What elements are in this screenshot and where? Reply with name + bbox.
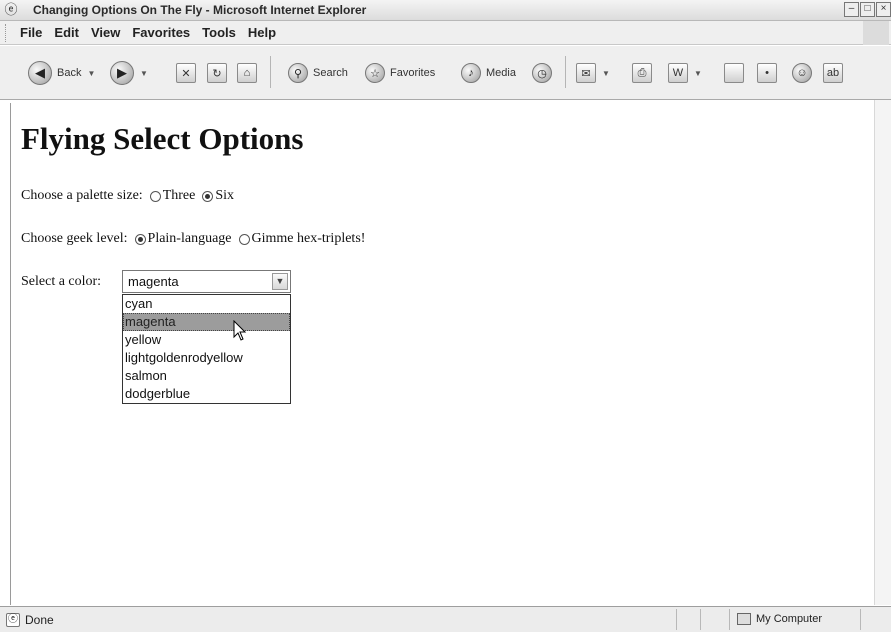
- back-label: Back: [57, 67, 82, 79]
- refresh-icon: ↻: [207, 63, 227, 83]
- mouse-cursor-icon: [233, 320, 247, 341]
- palette-three-label[interactable]: Three: [163, 188, 196, 204]
- status-pane: [700, 609, 701, 630]
- menu-tools[interactable]: Tools: [202, 25, 236, 40]
- discuss-button[interactable]: [724, 59, 744, 87]
- messenger-button[interactable]: •: [757, 59, 777, 87]
- menu-file[interactable]: File: [20, 25, 42, 40]
- messenger-icon: •: [757, 63, 777, 83]
- search-label: Search: [313, 67, 348, 79]
- search-button[interactable]: ⚲ Search: [288, 59, 348, 87]
- geek-plain-label[interactable]: Plain-language: [148, 231, 232, 247]
- chevron-down-icon: ▼: [602, 68, 610, 78]
- status-pane: [676, 609, 677, 630]
- chevron-down-icon: ▼: [694, 68, 702, 78]
- history-icon: ◷: [532, 63, 552, 83]
- windows-logo: [863, 21, 889, 45]
- menu-edit[interactable]: Edit: [54, 25, 79, 40]
- research-icon: ☺: [792, 63, 812, 83]
- page-heading: Flying Select Options: [21, 121, 304, 156]
- status-text: Done: [25, 613, 54, 627]
- palette-six-radio[interactable]: [202, 190, 214, 202]
- media-button[interactable]: ♪ Media: [461, 59, 516, 87]
- star-icon: ☆: [365, 63, 385, 83]
- geek-hex-radio[interactable]: [238, 233, 250, 245]
- status-pane: [860, 609, 861, 630]
- chevron-down-icon: ▼: [87, 68, 96, 78]
- status-done: ⓔ Done: [6, 613, 54, 627]
- security-zone: My Computer: [737, 613, 822, 625]
- palette-six-label[interactable]: Six: [215, 188, 234, 204]
- back-button[interactable]: ◀ Back ▼: [28, 59, 95, 87]
- favorites-label: Favorites: [390, 67, 436, 79]
- color-row: Select a color:: [21, 274, 101, 290]
- chevron-down-icon[interactable]: ▼: [272, 273, 288, 290]
- color-label: Select a color:: [21, 274, 102, 289]
- home-button[interactable]: ⌂: [237, 59, 257, 87]
- ie-icon: ⓔ: [4, 2, 18, 17]
- menu-bar: File Edit View Favorites Tools Help: [0, 21, 891, 45]
- vertical-scrollbar[interactable]: [874, 100, 891, 605]
- geek-label: Choose geek level:: [21, 231, 128, 246]
- status-bar: ⓔ Done My Computer: [0, 606, 891, 632]
- toolbar-separator: [270, 56, 271, 88]
- mail-button[interactable]: ✉ ▼: [576, 59, 610, 87]
- page-content: Flying Select Options Choose a palette s…: [10, 103, 874, 605]
- color-dropdown-list: cyan magenta yellow lightgoldenrodyellow…: [122, 294, 291, 404]
- window-title: Changing Options On The Fly - Microsoft …: [33, 3, 367, 17]
- color-option[interactable]: lightgoldenrodyellow: [123, 349, 290, 367]
- media-icon: ♪: [461, 63, 481, 83]
- favorites-button[interactable]: ☆ Favorites: [365, 59, 435, 87]
- stop-button[interactable]: ✕: [176, 59, 196, 87]
- close-button[interactable]: ×: [876, 2, 891, 17]
- page-icon: ⓔ: [6, 613, 20, 627]
- word-icon: W: [668, 63, 688, 83]
- color-option[interactable]: cyan: [123, 295, 290, 313]
- search-icon: ⚲: [288, 63, 308, 83]
- media-label: Media: [486, 67, 516, 79]
- color-select-value: magenta: [128, 274, 179, 289]
- research-button[interactable]: ☺: [792, 59, 812, 87]
- menu-grip: [5, 23, 8, 42]
- zone-text: My Computer: [756, 613, 823, 625]
- print-button[interactable]: ⎙: [632, 59, 652, 87]
- palette-row: Choose a palette size: Three Six: [21, 188, 234, 204]
- back-arrow-icon: ◀: [28, 61, 52, 85]
- printer-icon: ⎙: [632, 63, 652, 83]
- geek-plain-radio[interactable]: [134, 233, 146, 245]
- spell-check-icon: ab: [823, 63, 843, 83]
- computer-icon: [737, 613, 751, 625]
- discuss-icon: [724, 63, 744, 83]
- color-option[interactable]: yellow: [123, 331, 290, 349]
- spelling-button[interactable]: ab: [823, 59, 843, 87]
- menu-favorites[interactable]: Favorites: [132, 25, 190, 40]
- minimize-button[interactable]: –: [844, 2, 859, 17]
- stop-icon: ✕: [176, 63, 196, 83]
- forward-arrow-icon: ▶: [110, 61, 134, 85]
- palette-label: Choose a palette size:: [21, 188, 143, 203]
- menu-view[interactable]: View: [91, 25, 120, 40]
- menu-help[interactable]: Help: [248, 25, 276, 40]
- edit-button[interactable]: W ▼: [668, 59, 702, 87]
- palette-three-radio[interactable]: [149, 190, 161, 202]
- color-select[interactable]: magenta ▼: [122, 270, 291, 293]
- maximize-button[interactable]: □: [860, 2, 875, 17]
- geek-row: Choose geek level: Plain-language Gimme …: [21, 231, 365, 247]
- color-option[interactable]: salmon: [123, 367, 290, 385]
- window-controls: – □ ×: [843, 2, 891, 17]
- title-bar: ⓔ Changing Options On The Fly - Microsof…: [0, 0, 891, 21]
- status-pane: [729, 609, 730, 630]
- mail-icon: ✉: [576, 63, 596, 83]
- color-option[interactable]: dodgerblue: [123, 385, 290, 403]
- geek-hex-label[interactable]: Gimme hex-triplets!: [252, 231, 366, 247]
- history-button[interactable]: ◷: [532, 59, 552, 87]
- forward-button[interactable]: ▶ ▼: [110, 59, 148, 87]
- color-option[interactable]: magenta: [123, 313, 290, 331]
- home-icon: ⌂: [237, 63, 257, 83]
- chevron-down-icon: ▼: [140, 68, 148, 78]
- standard-toolbar: ◀ Back ▼ ▶ ▼ ✕ ↻ ⌂ ⚲ Search ☆ Favorites …: [0, 46, 891, 100]
- refresh-button[interactable]: ↻: [207, 59, 227, 87]
- toolbar-separator: [565, 56, 566, 88]
